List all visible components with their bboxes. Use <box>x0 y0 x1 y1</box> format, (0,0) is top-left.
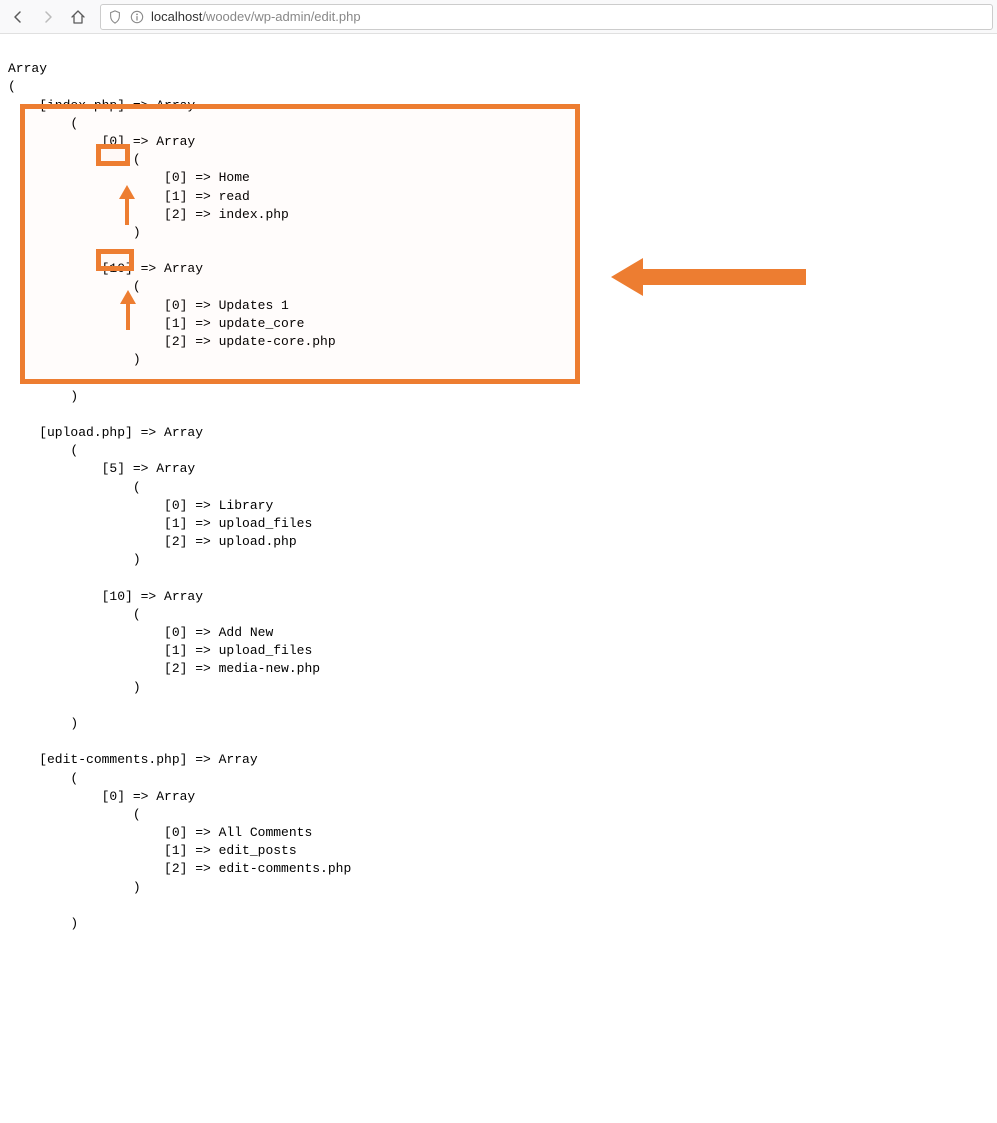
home-icon <box>70 9 86 25</box>
page-content: Array ( [index.php] => Array ( [0] => Ar… <box>0 34 997 1123</box>
shield-icon <box>107 9 123 25</box>
forward-button[interactable] <box>34 3 62 31</box>
back-button[interactable] <box>4 3 32 31</box>
home-button[interactable] <box>64 3 92 31</box>
arrow-left-icon <box>10 9 26 25</box>
url-text: localhost/woodev/wp-admin/edit.php <box>151 9 361 24</box>
url-bar[interactable]: localhost/woodev/wp-admin/edit.php <box>100 4 993 30</box>
info-icon <box>129 9 145 25</box>
array-dump-output: Array ( [index.php] => Array ( [0] => Ar… <box>8 60 989 951</box>
browser-toolbar: localhost/woodev/wp-admin/edit.php <box>0 0 997 34</box>
arrow-right-icon <box>40 9 56 25</box>
